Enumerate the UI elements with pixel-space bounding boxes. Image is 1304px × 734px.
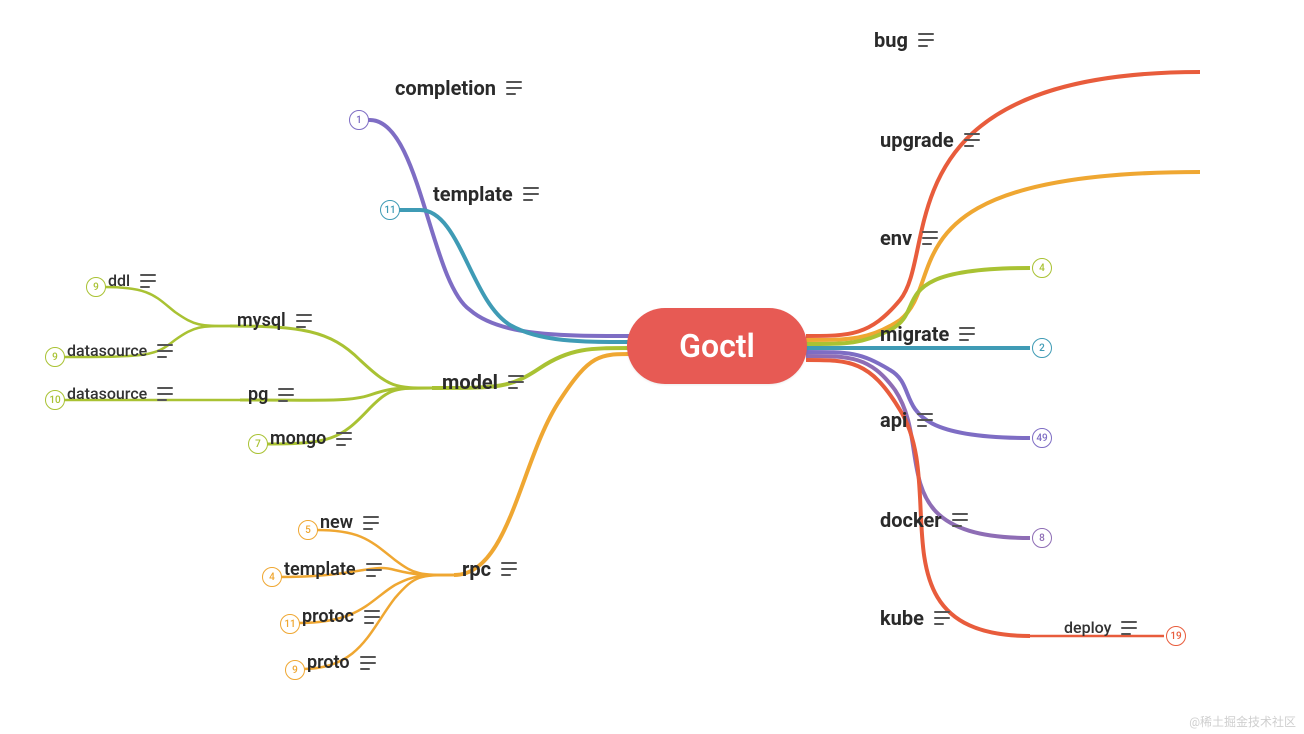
node-mongo-label: mongo <box>270 428 326 449</box>
node-mongo[interactable]: mongo <box>270 428 352 449</box>
node-template-l-label: template <box>433 182 513 206</box>
node-model-label: model <box>442 370 498 394</box>
node-upgrade-label: upgrade <box>880 128 954 152</box>
edge-bug <box>806 72 1200 336</box>
badge-rpc-new: 5 <box>298 520 318 540</box>
node-deploy-label: deploy <box>1064 618 1111 637</box>
notes-icon <box>523 187 539 201</box>
node-pg-label: pg <box>248 384 268 405</box>
notes-icon <box>157 344 173 358</box>
notes-icon <box>959 327 975 341</box>
badge-ddl: 9 <box>86 277 106 297</box>
notes-icon <box>360 656 376 670</box>
node-upgrade[interactable]: upgrade <box>880 128 980 152</box>
node-bug[interactable]: bug <box>874 28 934 52</box>
edge-upgrade <box>806 172 1200 340</box>
watermark-text: @稀土掘金技术社区 <box>1189 713 1296 730</box>
node-mysql-label: mysql <box>237 310 286 331</box>
notes-icon <box>952 513 968 527</box>
node-mysql-datasource[interactable]: datasource <box>67 341 173 360</box>
node-rpc-proto-label: proto <box>307 652 350 673</box>
node-rpc-template[interactable]: template <box>284 559 382 580</box>
badge-deploy: 19 <box>1166 626 1186 646</box>
badge-rpc-template: 4 <box>262 567 282 587</box>
node-migrate-label: migrate <box>880 322 949 346</box>
badge-migrate: 2 <box>1032 338 1052 358</box>
notes-icon <box>922 231 938 245</box>
node-rpc-protoc[interactable]: protoc <box>302 606 380 627</box>
notes-icon <box>508 375 524 389</box>
notes-icon <box>140 274 156 288</box>
node-env[interactable]: env <box>880 226 938 250</box>
edge-template-l <box>390 210 632 342</box>
node-deploy[interactable]: deploy <box>1064 618 1137 637</box>
node-mysql-datasource-label: datasource <box>67 341 147 360</box>
node-template-l[interactable]: template <box>433 182 539 206</box>
node-mysql[interactable]: mysql <box>237 310 312 331</box>
notes-icon <box>157 387 173 401</box>
edge-model-mysql <box>230 326 432 388</box>
notes-icon <box>501 562 517 576</box>
node-env-label: env <box>880 226 912 250</box>
badge-api: 49 <box>1032 428 1052 448</box>
node-docker[interactable]: docker <box>880 508 968 532</box>
notes-icon <box>363 516 379 530</box>
node-pg-datasource-label: datasource <box>67 384 147 403</box>
badge-template-l: 11 <box>380 200 400 220</box>
badge-mongo: 7 <box>248 434 268 454</box>
node-kube-label: kube <box>880 606 924 630</box>
node-pg-datasource[interactable]: datasource <box>67 384 173 403</box>
badge-env: 4 <box>1032 258 1052 278</box>
node-rpc[interactable]: rpc <box>462 557 517 581</box>
notes-icon <box>964 133 980 147</box>
node-api-label: api <box>880 408 907 432</box>
notes-icon <box>934 611 950 625</box>
node-completion[interactable]: completion <box>395 76 522 100</box>
node-migrate[interactable]: migrate <box>880 322 975 346</box>
center-node-goctl[interactable]: Goctl <box>627 308 807 384</box>
notes-icon <box>366 563 382 577</box>
badge-pg-datasource: 10 <box>45 390 65 410</box>
node-rpc-template-label: template <box>284 559 356 580</box>
node-rpc-new-label: new <box>320 512 353 533</box>
node-kube[interactable]: kube <box>880 606 950 630</box>
node-api[interactable]: api <box>880 408 933 432</box>
notes-icon <box>296 314 312 328</box>
notes-icon <box>278 388 294 402</box>
notes-icon <box>506 81 522 95</box>
edge-mysql-ddl <box>104 287 230 326</box>
node-rpc-label: rpc <box>462 557 491 581</box>
node-docker-label: docker <box>880 508 942 532</box>
node-ddl-label: ddl <box>108 271 130 290</box>
node-pg[interactable]: pg <box>248 384 294 405</box>
badge-rpc-protoc: 11 <box>280 614 300 634</box>
notes-icon <box>1121 621 1137 635</box>
node-model[interactable]: model <box>442 370 524 394</box>
node-rpc-proto[interactable]: proto <box>307 652 376 673</box>
node-rpc-protoc-label: protoc <box>302 606 354 627</box>
center-label: Goctl <box>679 327 755 365</box>
node-ddl[interactable]: ddl <box>108 271 156 290</box>
node-rpc-new[interactable]: new <box>320 512 379 533</box>
node-completion-label: completion <box>395 76 496 100</box>
badge-mysql-datasource: 9 <box>45 347 65 367</box>
notes-icon <box>336 432 352 446</box>
notes-icon <box>917 413 933 427</box>
badge-completion: 1 <box>349 110 369 130</box>
node-bug-label: bug <box>874 28 908 52</box>
notes-icon <box>364 610 380 624</box>
edge-completion <box>358 120 630 336</box>
badge-docker: 8 <box>1032 528 1052 548</box>
edge-kube <box>806 360 1030 636</box>
badge-rpc-proto: 9 <box>285 660 305 680</box>
notes-icon <box>918 33 934 47</box>
